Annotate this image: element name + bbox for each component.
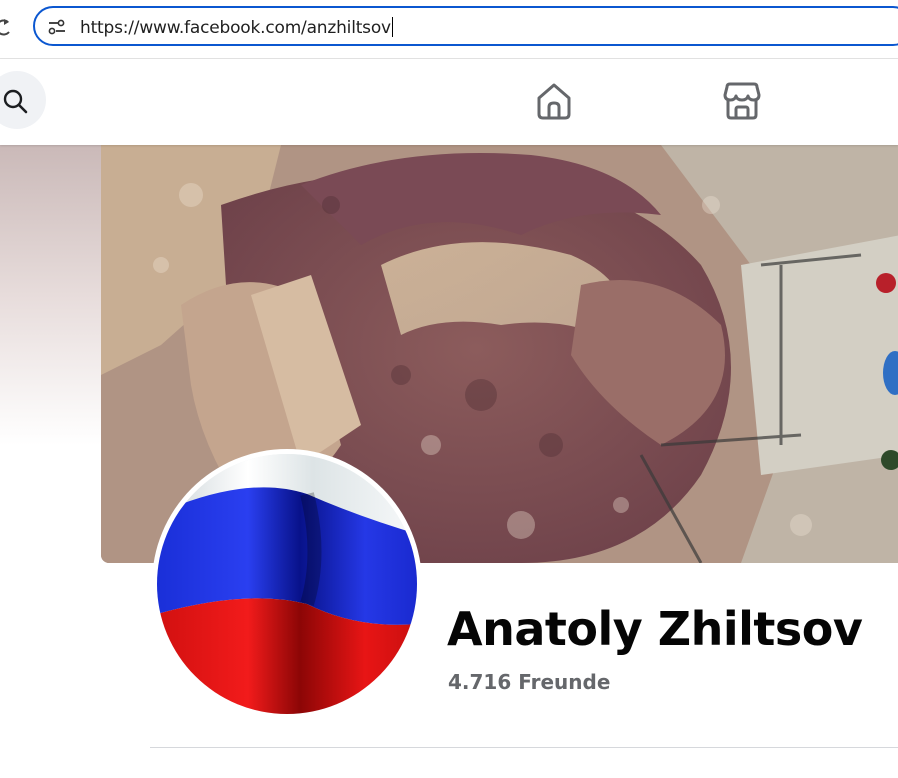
browser-toolbar: https://www.facebook.com/anzhiltsov (0, 0, 898, 59)
marketplace-icon (723, 82, 761, 120)
search-button[interactable] (0, 71, 46, 129)
url-text: https://www.facebook.com/anzhiltsov (80, 18, 391, 38)
page-background-fade (0, 145, 102, 445)
url-input[interactable]: https://www.facebook.com/anzhiltsov (80, 17, 393, 38)
friends-count-link[interactable]: 4.716 Freunde (448, 670, 610, 694)
reload-icon[interactable] (0, 16, 14, 40)
home-icon (537, 83, 571, 120)
address-bar[interactable]: https://www.facebook.com/anzhiltsov (33, 6, 898, 46)
text-caret (391, 17, 393, 37)
profile-name: Anatoly Zhiltsov (447, 602, 863, 656)
nav-marketplace-tab[interactable] (722, 81, 762, 126)
search-icon (3, 89, 28, 114)
profile-divider (150, 747, 898, 748)
site-info-icon[interactable] (47, 18, 67, 36)
russian-flag-image (157, 454, 417, 714)
avatar (157, 454, 417, 714)
profile-avatar[interactable] (152, 449, 422, 719)
facebook-top-nav (0, 59, 898, 145)
nav-home-tab[interactable] (534, 81, 574, 126)
